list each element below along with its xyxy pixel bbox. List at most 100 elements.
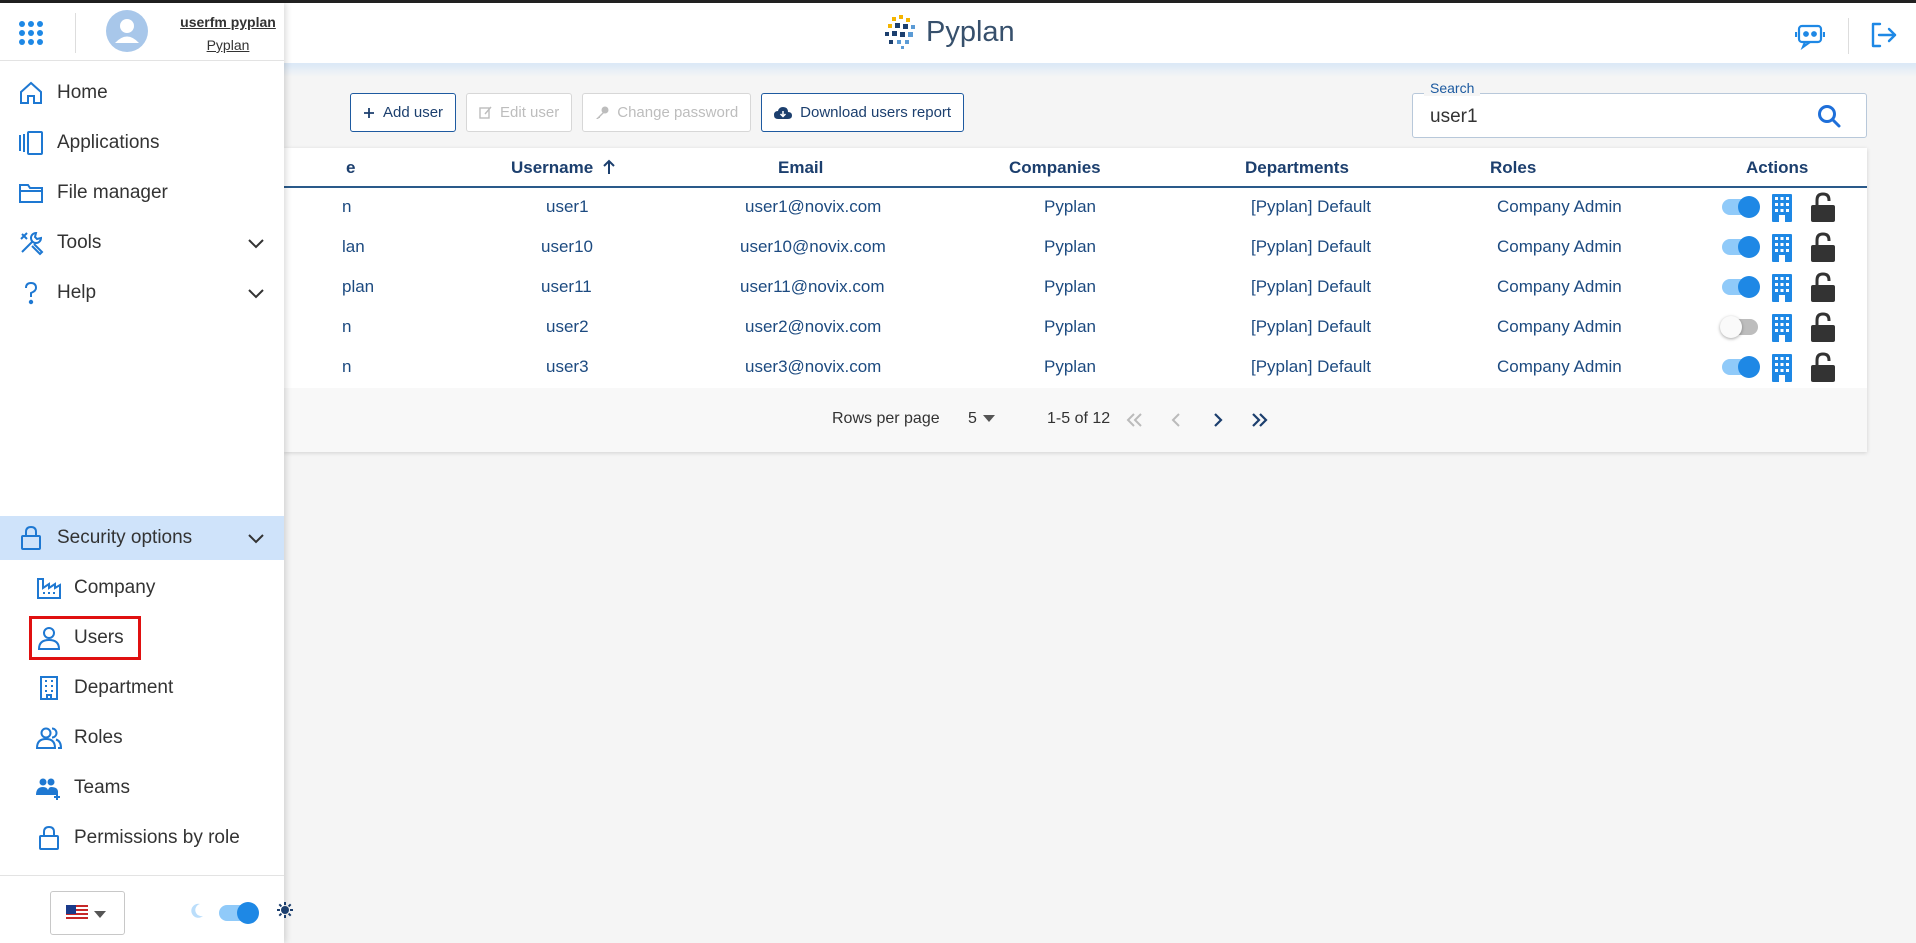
unlock-icon[interactable] [1810,192,1836,222]
user-avatar-icon [115,19,139,43]
table-row[interactable]: n user3 user3@novix.com Pyplan [Pyplan] … [284,348,1867,388]
sidebar-item-help[interactable]: Help [0,271,284,315]
factory-icon [37,578,61,599]
table-row[interactable]: plan user11 user11@novix.com Pyplan [Pyp… [284,268,1867,308]
table-row[interactable]: lan user10 user10@novix.com Pyplan [Pypl… [284,228,1867,268]
cell-department: [Pyplan] Default [1251,237,1372,256]
cell-email: user2@novix.com [745,317,882,336]
sidebar-item-file-manager[interactable]: File manager [0,171,284,215]
column-companies[interactable]: Companies [1009,158,1101,178]
unlock-icon[interactable] [1810,232,1836,262]
sun-icon [277,902,293,918]
search-input[interactable]: user1 [1412,93,1867,138]
active-toggle[interactable] [1720,316,1758,338]
sidebar-item-roles[interactable]: Roles [0,716,284,760]
column-name[interactable]: e [346,158,355,178]
user-company-link[interactable]: Pyplan [150,37,306,53]
sidebar-header-divider [75,13,76,53]
sidebar-divider [0,60,284,61]
cell-name: n [342,357,352,376]
team-icon [36,778,60,800]
active-toggle[interactable] [1722,196,1760,218]
search-icon[interactable] [1816,103,1842,129]
users-table: e Username Email Companies Departments R… [284,148,1867,452]
chevron-down-icon[interactable] [246,528,266,548]
edit-icon [479,106,492,119]
table-row[interactable]: n user1 user1@novix.com Pyplan [Pyplan] … [284,188,1867,228]
sidebar-item-company[interactable]: Company [0,566,284,610]
users-icon [36,727,62,749]
moon-icon [191,903,203,918]
column-actions: Actions [1746,158,1809,177]
sidebar-item-security-options[interactable]: Security options [0,516,284,560]
cell-username: user2 [546,317,589,336]
assistant-bot-icon[interactable] [1795,20,1825,50]
cell-role: Company Admin [1497,237,1622,256]
sidebar-item-home[interactable]: Home [0,71,284,115]
unlock-icon[interactable] [1810,272,1836,302]
cell-role: Company Admin [1497,357,1622,376]
sidebar-item-label: Roles [74,727,123,748]
cell-department: [Pyplan] Default [1251,277,1372,296]
column-roles[interactable]: Roles [1490,158,1536,178]
chevron-down-icon[interactable] [246,283,266,303]
key-icon [596,106,609,119]
column-username[interactable]: Username [511,158,616,178]
building-icon[interactable] [1772,194,1792,222]
table-row[interactable]: n user2 user2@novix.com Pyplan [Pyplan] … [284,308,1867,348]
sidebar-item-label: Tools [57,232,102,253]
sidebar-item-teams[interactable]: Teams [0,766,284,810]
cell-role: Company Admin [1497,277,1622,296]
column-departments[interactable]: Departments [1245,158,1349,178]
cell-department: [Pyplan] Default [1251,357,1372,376]
last-page-icon[interactable] [1248,408,1272,432]
cell-username: user11 [541,277,592,296]
building-icon[interactable] [1772,354,1792,382]
user-name-link[interactable]: userfm pyplan [150,14,306,30]
active-toggle[interactable] [1722,276,1760,298]
cell-company: Pyplan [1044,277,1096,296]
edit-user-button[interactable]: Edit user [466,93,573,132]
add-user-button[interactable]: Add user [350,93,457,132]
plus-icon [364,107,374,118]
sidebar-item-label: Teams [74,777,130,798]
cell-email: user11@novix.com [740,277,885,296]
first-page-icon[interactable] [1122,408,1146,432]
highlight-box [29,616,141,660]
unlock-icon[interactable] [1810,312,1836,342]
logout-icon[interactable] [1868,20,1898,50]
apps-grid-icon[interactable] [18,20,44,46]
previous-page-icon[interactable] [1164,408,1188,432]
cloud-download-icon [774,106,793,119]
sidebar-item-label: Permissions by role [74,827,240,848]
next-page-icon[interactable] [1206,408,1230,432]
building-icon[interactable] [1772,234,1792,262]
rows-per-page-value: 5 [968,410,977,427]
pyplan-logo-icon [885,15,915,49]
brand-logo[interactable]: Pyplan [882,13,1015,51]
change-password-label: Change password [617,104,739,121]
active-toggle[interactable] [1722,236,1760,258]
sidebar-item-department[interactable]: Department [0,666,284,710]
rows-per-page-label: Rows per page [832,410,940,427]
cell-username: user3 [546,357,589,376]
building-icon[interactable] [1772,314,1792,342]
rows-per-page-select[interactable]: 5 [968,410,995,428]
edit-user-label: Edit user [500,104,560,121]
avatar[interactable] [106,10,148,52]
sidebar-item-permissions-by-role[interactable]: Permissions by role [0,816,284,860]
download-report-button[interactable]: Download users report [761,93,965,132]
unlock-icon[interactable] [1810,352,1836,382]
language-selector[interactable] [50,891,125,935]
add-user-label: Add user [383,104,444,121]
sidebar-item-label: Company [74,577,156,598]
active-toggle[interactable] [1722,356,1760,378]
column-email[interactable]: Email [778,158,823,178]
chevron-down-icon[interactable] [246,233,266,253]
sidebar-item-tools[interactable]: Tools [0,221,284,265]
sidebar-item-applications[interactable]: Applications [0,121,284,165]
change-password-button[interactable]: Change password [582,93,752,132]
theme-toggle[interactable] [219,902,259,924]
building-icon[interactable] [1772,274,1792,302]
cell-company: Pyplan [1044,237,1096,256]
